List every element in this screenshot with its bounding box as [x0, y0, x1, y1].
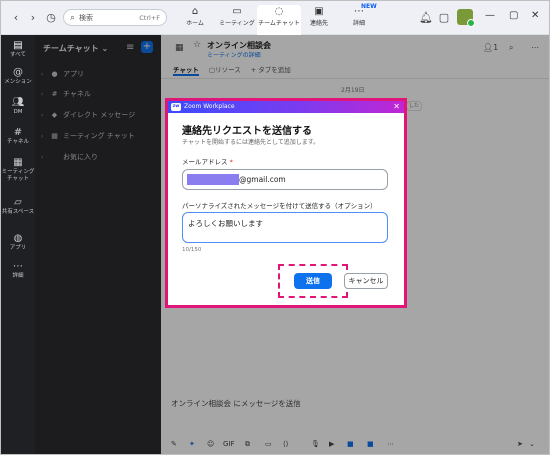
rail-item-apps[interactable]: ◍ アプリ: [1, 233, 35, 252]
app-window: ‹ › ◷ ⌕ 検索 Ctrl+F ⌂ ホーム ▭ ミーティング ◌ チームチャ…: [0, 0, 550, 455]
send-button[interactable]: 送信: [294, 273, 332, 289]
chat-icon: ▤: [13, 40, 23, 51]
email-value: @gmail.com: [239, 175, 286, 184]
rail-item-label: すべて: [10, 52, 26, 58]
minimize-icon[interactable]: —: [485, 10, 495, 21]
nav-tab-label: 連絡先: [309, 20, 328, 27]
search-icon: ⌕: [70, 12, 76, 23]
whiteboard-icon[interactable]: ▢: [437, 11, 451, 25]
redaction-block: [187, 174, 239, 185]
rail-item-dm[interactable]: 👥︎ DM: [1, 97, 35, 116]
rail-item-meeting-chat[interactable]: ▦ ミーティングチャット: [1, 157, 35, 183]
more-icon: ⋯: [13, 261, 23, 272]
at-icon: @: [13, 67, 23, 78]
maximize-icon[interactable]: ▢: [509, 10, 518, 21]
email-field[interactable]: @gmail.com: [182, 169, 388, 190]
nav-tab-meetings[interactable]: ▭ ミーティング: [215, 5, 259, 33]
rail-item-label: 詳細: [12, 273, 24, 279]
cancel-button[interactable]: キャンセル: [344, 273, 388, 289]
dialog-app-name: Zoom Workplace: [184, 103, 235, 110]
nav-tab-home[interactable]: ⌂ ホーム: [173, 5, 217, 33]
contact-request-dialog: zw Zoom Workplace ✕ 連絡先リクエストを送信する チャットを開…: [168, 101, 404, 305]
rail-item-more[interactable]: ⋯ 詳細: [1, 261, 35, 280]
rail-item-mentions[interactable]: @ メンション: [1, 67, 35, 86]
rail-item-all[interactable]: ▤ すべて: [1, 40, 35, 59]
nav-tab-contacts[interactable]: ▣ 連絡先: [297, 5, 341, 33]
people-icon: 👥︎: [11, 97, 25, 108]
hash-icon: #: [13, 127, 23, 138]
close-icon[interactable]: ✕: [531, 10, 539, 21]
nav-tab-label: ホーム: [186, 20, 204, 27]
email-label-text: メールアドレス: [182, 158, 228, 166]
top-bar: ‹ › ◷ ⌕ 検索 Ctrl+F ⌂ ホーム ▭ ミーティング ◌ チームチャ…: [1, 1, 549, 35]
forward-arrow-icon[interactable]: ›: [26, 11, 40, 25]
calendar-icon: ▦: [13, 157, 23, 168]
dialog-subtitle: チャットを開始するには連絡先として追加します。: [182, 139, 320, 146]
nav-tab-team-chat[interactable]: ◌ チームチャット: [257, 5, 301, 35]
home-icon: ⌂: [191, 6, 199, 17]
char-count: 10/150: [182, 247, 202, 253]
rail-item-label: メンション: [4, 79, 32, 85]
rail-item-label: 共有スペース: [1, 209, 35, 215]
required-mark: *: [229, 158, 233, 166]
message-label: パーソナライズされたメッセージを付けて送信する（オプション）: [182, 202, 377, 210]
search-shortcut: Ctrl+F: [139, 13, 160, 22]
rail-item-label: DM: [13, 109, 23, 115]
zoom-logo-icon: zw: [171, 103, 181, 111]
nav-tab-label: ミーティング: [219, 20, 255, 27]
history-icon[interactable]: ◷: [44, 11, 58, 25]
rail-item-label: ミーティングチャット: [1, 169, 35, 182]
back-arrow-icon[interactable]: ‹: [9, 11, 23, 25]
new-badge: NEW: [361, 3, 377, 10]
message-field[interactable]: よろしくお願いします: [182, 212, 388, 243]
rail-item-channels[interactable]: # チャネル: [1, 127, 35, 146]
dialog-titlebar: zw Zoom Workplace ✕: [168, 101, 404, 113]
rail-item-shared-spaces[interactable]: ▱ 共有スペース: [1, 197, 35, 216]
nav-tab-label: 詳細: [352, 20, 365, 27]
folder-icon: ▱: [14, 197, 22, 208]
contacts-icon: ▣: [314, 6, 324, 17]
rail-item-label: チャネル: [7, 139, 29, 145]
search-placeholder: 検索: [79, 13, 94, 22]
chat-icon: ◌: [274, 6, 284, 17]
dialog-title: 連絡先リクエストを送信する: [182, 126, 312, 137]
bell-icon[interactable]: 🔔︎: [419, 11, 433, 25]
rail-item-label: アプリ: [9, 245, 27, 251]
avatar[interactable]: [457, 9, 475, 27]
dialog-close-icon[interactable]: ✕: [393, 102, 400, 111]
left-rail: ▤ すべて @ メンション 👥︎ DM # チャネル ▦ ミーティングチャット …: [1, 35, 35, 454]
video-icon: ▭: [232, 6, 242, 17]
nav-tab-label: チームチャット: [258, 20, 300, 27]
email-label: メールアドレス *: [182, 156, 233, 166]
search-input[interactable]: ⌕ 検索 Ctrl+F: [63, 9, 167, 26]
apps-icon: ◍: [13, 233, 23, 244]
